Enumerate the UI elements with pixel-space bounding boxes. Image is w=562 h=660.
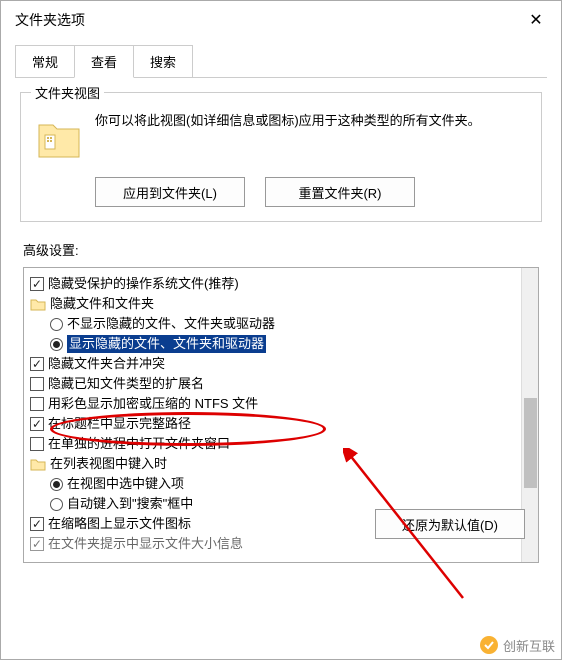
- checkbox-icon[interactable]: [30, 357, 44, 371]
- tab-view[interactable]: 查看: [74, 45, 134, 78]
- tree-item-hide-extensions[interactable]: 隐藏已知文件类型的扩展名: [30, 374, 517, 394]
- checkbox-icon[interactable]: [30, 277, 44, 291]
- tree-label: 用彩色显示加密或压缩的 NTFS 文件: [48, 395, 258, 413]
- tree-label: 隐藏受保护的操作系统文件(推荐): [48, 275, 239, 293]
- folder-small-icon: [30, 457, 46, 471]
- tab-search[interactable]: 搜索: [133, 45, 193, 78]
- tree-label: 隐藏已知文件类型的扩展名: [48, 375, 204, 393]
- tree-label: 在文件夹提示中显示文件大小信息: [48, 535, 243, 553]
- tab-general[interactable]: 常规: [15, 45, 75, 78]
- folder-view-title: 文件夹视图: [31, 83, 104, 102]
- advanced-settings-label: 高级设置:: [23, 240, 547, 259]
- watermark-text: 创新互联: [503, 636, 555, 655]
- folder-view-description: 你可以将此视图(如详细信息或图标)应用于这种类型的所有文件夹。: [95, 111, 527, 131]
- tree-item-separate-process[interactable]: 在单独的进程中打开文件夹窗口: [30, 434, 517, 454]
- checkbox-icon[interactable]: [30, 537, 44, 551]
- checkbox-icon[interactable]: [30, 377, 44, 391]
- window-title: 文件夹选项: [15, 10, 85, 30]
- tree-label: 在列表视图中键入时: [50, 455, 167, 473]
- tree-label: 隐藏文件夹合并冲突: [48, 355, 165, 373]
- radio-icon[interactable]: [50, 498, 63, 511]
- tree-label: 在单独的进程中打开文件夹窗口: [48, 435, 230, 453]
- close-icon: ✕: [529, 10, 542, 30]
- tree-label: 隐藏文件和文件夹: [50, 295, 154, 313]
- reset-folders-button[interactable]: 重置文件夹(R): [265, 177, 415, 207]
- tree-item-full-path[interactable]: 在标题栏中显示完整路径: [30, 414, 517, 434]
- tree-group-list-typing[interactable]: 在列表视图中键入时: [30, 454, 517, 474]
- folder-icon: [35, 115, 83, 163]
- tree-item-show-hidden[interactable]: 显示隐藏的文件、文件夹和驱动器: [50, 334, 517, 354]
- radio-icon[interactable]: [50, 478, 63, 491]
- tree-item-merge-conflict[interactable]: 隐藏文件夹合并冲突: [30, 354, 517, 374]
- tree-item-dont-show-hidden[interactable]: 不显示隐藏的文件、文件夹或驱动器: [50, 314, 517, 334]
- tree-label: 在缩略图上显示文件图标: [48, 515, 191, 533]
- folder-view-group: 文件夹视图 你可以将此视图(如详细信息或图标)应用于这种类型的所有文件夹。 应用…: [20, 92, 542, 222]
- checkbox-icon[interactable]: [30, 397, 44, 411]
- tree-item-hide-protected[interactable]: 隐藏受保护的操作系统文件(推荐): [30, 274, 517, 294]
- close-button[interactable]: ✕: [521, 9, 551, 31]
- radio-icon[interactable]: [50, 338, 63, 351]
- apply-folders-button[interactable]: 应用到文件夹(L): [95, 177, 245, 207]
- radio-icon[interactable]: [50, 318, 63, 331]
- checkbox-icon[interactable]: [30, 417, 44, 431]
- folder-small-icon: [30, 297, 46, 311]
- checkbox-icon[interactable]: [30, 437, 44, 451]
- checkbox-icon[interactable]: [30, 517, 44, 531]
- scrollbar-thumb[interactable]: [524, 398, 537, 488]
- tree-label: 在标题栏中显示完整路径: [48, 415, 191, 433]
- restore-defaults-button[interactable]: 还原为默认值(D): [375, 509, 525, 539]
- tree-label: 自动键入到"搜索"框中: [67, 495, 193, 513]
- tree-label-highlighted: 显示隐藏的文件、文件夹和驱动器: [67, 335, 266, 353]
- watermark-icon: [479, 635, 499, 655]
- tree-item-color-encrypted[interactable]: 用彩色显示加密或压缩的 NTFS 文件: [30, 394, 517, 414]
- tree-label: 不显示隐藏的文件、文件夹或驱动器: [67, 315, 275, 333]
- tree-group-hidden-files[interactable]: 隐藏文件和文件夹: [30, 294, 517, 314]
- tree-label: 在视图中选中键入项: [67, 475, 184, 493]
- watermark: 创新互联: [479, 635, 555, 655]
- tree-item-typing-select[interactable]: 在视图中选中键入项: [50, 474, 517, 494]
